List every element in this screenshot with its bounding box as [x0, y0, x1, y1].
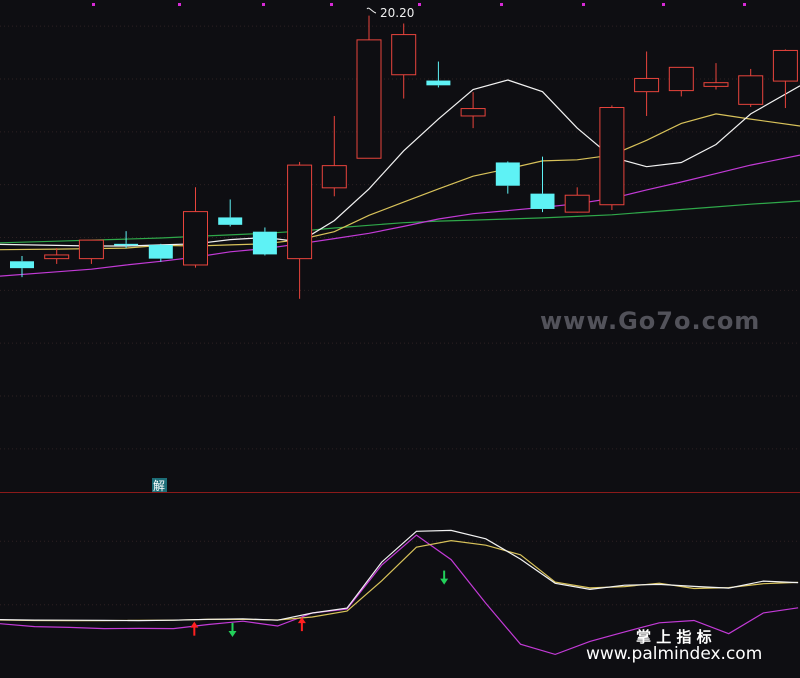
candle-body [703, 82, 729, 87]
candle-body [460, 108, 486, 117]
high-price-label: 20.20 [380, 6, 414, 20]
candle-body [287, 164, 313, 260]
candle-body [668, 66, 694, 92]
candle-body [495, 162, 520, 186]
candle-body [218, 217, 243, 225]
candle-body [738, 75, 764, 105]
top-marker [418, 3, 421, 6]
candle-body [148, 244, 173, 259]
top-marker [262, 3, 265, 6]
top-marker [662, 3, 665, 6]
candle-body [356, 39, 382, 159]
candle-body [183, 211, 208, 266]
candle-body [321, 165, 347, 189]
candle-body [10, 261, 34, 269]
candle-body [772, 49, 798, 82]
candle-body [634, 77, 660, 93]
candle-body [44, 254, 70, 260]
candle-body [426, 80, 451, 86]
candle-body [78, 239, 104, 260]
chart-background [0, 0, 800, 678]
watermark-url: www.palmindex.com [586, 644, 762, 664]
top-marker [743, 3, 746, 6]
candle-body [564, 194, 590, 213]
candle-body [599, 107, 625, 206]
top-marker [582, 3, 585, 6]
top-marker [92, 3, 95, 6]
top-marker [178, 3, 181, 6]
candle-body [530, 193, 555, 209]
sub-panel-tag: 解 [153, 479, 165, 493]
candle-body [252, 231, 277, 255]
up-candle [599, 105, 625, 211]
stock-chart: 20.20 www.Go7o.com 解 掌 上 指 标 www.palmind… [0, 0, 800, 678]
top-marker [500, 3, 503, 6]
watermark-site: www.Go7o.com [540, 307, 760, 335]
candle-body [391, 34, 417, 76]
top-marker [330, 3, 333, 6]
candle-body [114, 243, 139, 246]
